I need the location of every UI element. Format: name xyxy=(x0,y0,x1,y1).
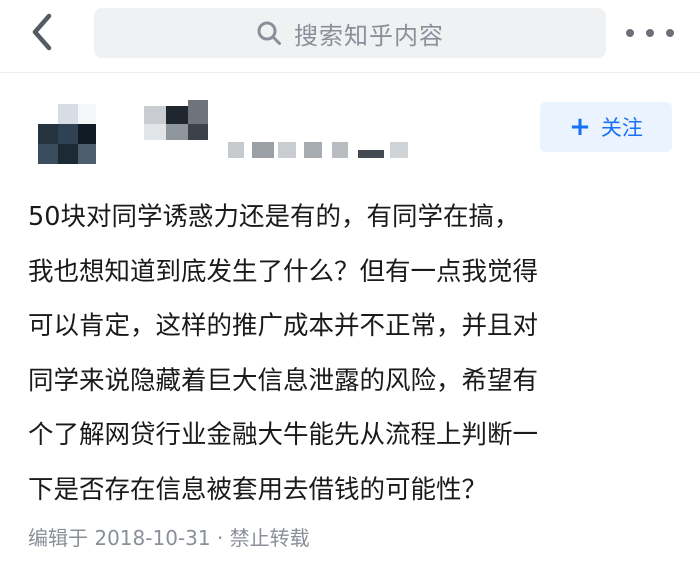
header-divider xyxy=(0,72,700,73)
follow-label: 关注 xyxy=(600,116,643,140)
more-options-button[interactable] xyxy=(626,18,674,48)
answer-line: 50块对同学诱惑力还是有的，有同学在搞， xyxy=(28,202,520,232)
answer-line: 同学来说隐藏着巨大信息泄露的风险，希望有 xyxy=(28,365,539,396)
plus-icon: + xyxy=(569,112,591,142)
back-button[interactable] xyxy=(22,12,62,56)
answer-line: 个了解网贷行业金融大牛能先从流程上判断一 xyxy=(28,420,539,450)
answer-line: 下是否存在信息被套用去借钱的可能性？ xyxy=(28,474,488,505)
answer-content: 50块对同学诱惑力还是有的，有同学在搞， 我也想知道到底发生了什么？但有一点我觉… xyxy=(28,190,678,517)
search-placeholder: 搜索知乎内容 xyxy=(294,21,444,50)
edit-meta: 编辑于 2018-10-31 · 禁止转载 xyxy=(28,526,310,550)
more-dots-icon xyxy=(666,29,674,37)
chevron-left-icon xyxy=(29,12,55,56)
search-icon xyxy=(256,20,282,46)
author-name-blurred[interactable] xyxy=(128,100,418,164)
avatar[interactable] xyxy=(38,104,96,164)
search-input[interactable]: 搜索知乎内容 xyxy=(94,8,606,58)
follow-button[interactable]: + 关注 xyxy=(540,102,672,152)
more-dots-icon xyxy=(626,29,634,37)
answer-line: 可以肯定，这样的推广成本并不正常，并且对 xyxy=(28,311,539,341)
top-bar: 搜索知乎内容 xyxy=(0,0,700,68)
author-row: + 关注 xyxy=(0,96,700,176)
more-dots-icon xyxy=(646,29,654,37)
answer-line: 我也想知道到底发生了什么？但有一点我觉得 xyxy=(28,256,539,287)
